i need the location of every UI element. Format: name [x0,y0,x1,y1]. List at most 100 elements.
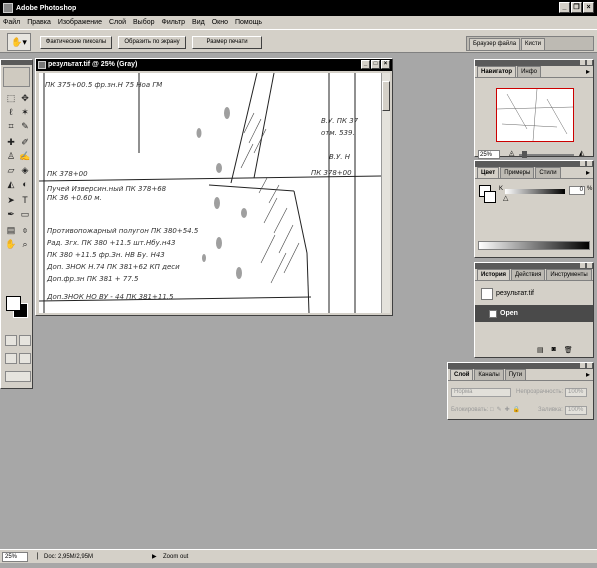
menu-layer[interactable]: Слой [109,19,126,26]
document-vertical-scrollbar[interactable] [381,73,390,313]
k-slider-knob-icon[interactable]: △ [503,194,508,202]
tab-history[interactable]: История [477,269,511,280]
navigator-zoom-field[interactable]: 25% [478,150,500,159]
color-ramp[interactable] [478,241,590,250]
crop-icon[interactable]: ⌗ [5,120,17,132]
menu-image[interactable]: Изображение [58,19,102,26]
move-icon[interactable]: ✥ [19,92,31,104]
svg-text:ПК 375+00.5 фр.зн.Н 75 Ноа ГМ: ПК 375+00.5 фр.зн.Н 75 Ноа ГМ [45,81,162,89]
lock-icons[interactable]: □✎✚🔒 [490,406,523,413]
panel-menu-icon[interactable]: ▸ [586,370,590,379]
menu-help[interactable]: Помощь [235,19,262,26]
fill-field[interactable]: 100% [565,406,587,415]
tab-info[interactable]: Инфо [517,66,541,77]
eraser-icon[interactable]: ▱ [5,164,17,176]
slice-icon[interactable]: ✎ [19,120,31,132]
panel-menu-icon[interactable]: ▸ [586,168,590,177]
navigator-panel: Навигатор Инфо ▸ 25% ◬ ◭ [474,59,594,159]
shape-icon[interactable]: ▭ [19,208,31,220]
lasso-icon[interactable]: ℓ [5,106,17,118]
doc-maximize-button[interactable]: □ [371,60,380,69]
tab-styles[interactable]: Стили [535,167,561,178]
document-window[interactable]: результат.tif @ 25% (Gray) _ □ × ПК 375+… [35,58,393,316]
tab-paths[interactable]: Пути [504,369,527,380]
dodge-icon[interactable]: ◐ [19,178,31,190]
status-zoom-field[interactable]: 25% [2,552,28,562]
type-icon[interactable]: T [19,194,31,206]
brush-icon[interactable]: ✐ [19,136,31,148]
panel-menu-icon[interactable]: ▸ [586,67,590,76]
menu-edit[interactable]: Правка [27,19,51,26]
quick-mask-icon[interactable] [19,335,31,346]
k-value-field[interactable]: 0 [569,186,585,195]
hand-icon[interactable]: ✋ [5,238,17,250]
image-canvas[interactable]: ПК 375+00.5 фр.зн.Н 75 Ноа ГМ ПК 378+00 … [39,73,381,313]
history-snapshot[interactable]: результат.tif [475,285,593,302]
zoom-out-icon[interactable]: ◬ [509,149,514,157]
menu-window[interactable]: Окно [212,19,228,26]
marquee-icon[interactable]: ⬚ [5,92,17,104]
full-screen-mode-icon[interactable] [19,353,31,364]
tab-layers[interactable]: Слой [450,369,474,380]
status-arrow-icon[interactable]: ▶ [152,550,157,564]
k-slider-track[interactable] [505,189,565,194]
blend-mode-select[interactable]: Норма [451,388,511,397]
tab-actions[interactable]: Действия [511,269,546,280]
status-info-icon[interactable]: ▕ [33,550,38,564]
close-button[interactable]: × [583,2,594,13]
fit-screen-button[interactable]: Образить по экрану [118,36,186,49]
tab-channels[interactable]: Каналы [474,369,504,380]
new-snapshot-icon[interactable]: ◙ [552,346,556,354]
zoom-icon[interactable]: ⌕ [19,238,31,250]
tab-tool-presets[interactable]: Инструменты [546,269,592,280]
svg-text:ПК 378+00: ПК 378+00 [311,169,352,177]
menu-view[interactable]: Вид [192,19,205,26]
jump-to-imageready-icon[interactable] [5,371,31,382]
menu-filter[interactable]: Фильтр [162,19,186,26]
foreground-color-swatch[interactable] [6,296,21,311]
scanned-drawing-image: ПК 375+00.5 фр.зн.Н 75 Ноа ГМ ПК 378+00 … [39,73,381,313]
zoom-in-icon[interactable]: ◭ [579,149,584,157]
new-document-icon[interactable]: ▤ [537,346,544,354]
menu-select[interactable]: Выбор [133,19,155,26]
delete-state-icon[interactable]: 🗑 [564,346,573,354]
document-titlebar[interactable]: результат.tif @ 25% (Gray) _ □ × [36,59,392,71]
snapshot-label: результат.tif [496,290,534,297]
navigator-thumbnail[interactable] [496,88,574,142]
photoshop-logo[interactable] [3,67,30,87]
doc-close-button[interactable]: × [381,60,390,69]
eyedropper-icon[interactable]: ⌽ [19,224,31,236]
path-select-icon[interactable]: ➤ [5,194,17,206]
color-bg-swatch[interactable] [484,191,496,203]
navigator-slider-knob[interactable] [522,151,527,158]
print-size-button[interactable]: Размер печати [192,36,262,49]
healing-icon[interactable]: ✚ [5,136,17,148]
screen-mode-icon[interactable] [5,353,17,364]
svg-text:В.У. ПК 37: В.У. ПК 37 [321,117,359,125]
hand-tool-preset[interactable]: ✋▾ [7,33,31,51]
notes-icon[interactable]: ▤ [5,224,17,236]
menu-file[interactable]: Файл [3,19,20,26]
gradient-icon[interactable]: ◈ [19,164,31,176]
dock-tab-brushes[interactable]: Кисти [521,38,545,50]
history-brush-icon[interactable]: ✍ [19,150,31,162]
tab-swatches[interactable]: Примеры [500,167,535,178]
magic-wand-icon[interactable]: ✶ [19,106,31,118]
scrollbar-thumb[interactable] [382,81,390,111]
tab-navigator[interactable]: Навигатор [477,66,517,77]
navigator-zoom-slider[interactable] [519,154,574,156]
svg-text:Противопожарный полугон ПК 380: Противопожарный полугон ПК 380+54.5 [47,227,199,235]
pen-icon[interactable]: ✒ [5,208,17,220]
doc-minimize-button[interactable]: _ [361,60,370,69]
stamp-icon[interactable]: ♙ [5,150,17,162]
standard-mode-icon[interactable] [5,335,17,346]
actual-pixels-button[interactable]: Фактические пикселы [40,36,112,49]
tab-color[interactable]: Цвет [477,167,500,178]
history-step[interactable]: Open [475,305,593,322]
blur-icon[interactable]: ◭ [5,178,17,190]
dock-tab-file-browser[interactable]: Браузер файла [469,38,521,50]
minimize-button[interactable]: _ [559,2,570,13]
document-icon [38,61,46,69]
opacity-field[interactable]: 100% [565,388,587,397]
restore-button[interactable]: ❐ [571,2,582,13]
